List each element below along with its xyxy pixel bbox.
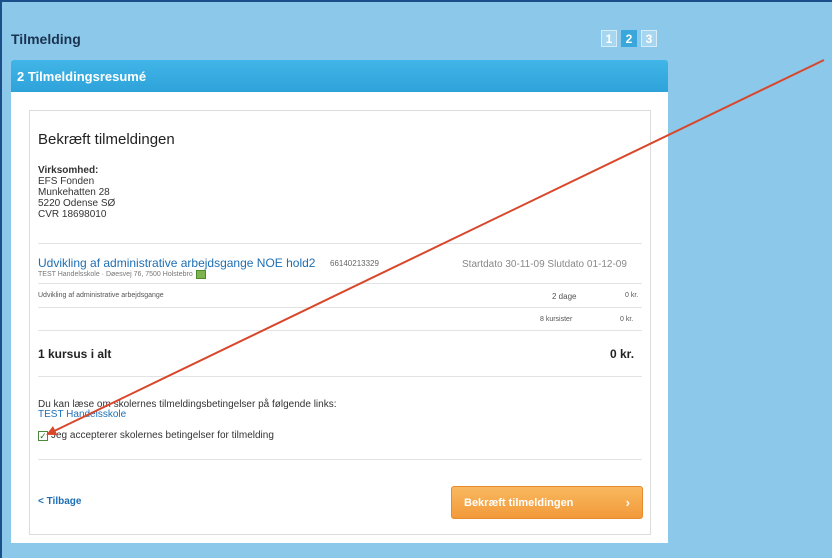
- annotation-arrow-icon: [46, 59, 825, 436]
